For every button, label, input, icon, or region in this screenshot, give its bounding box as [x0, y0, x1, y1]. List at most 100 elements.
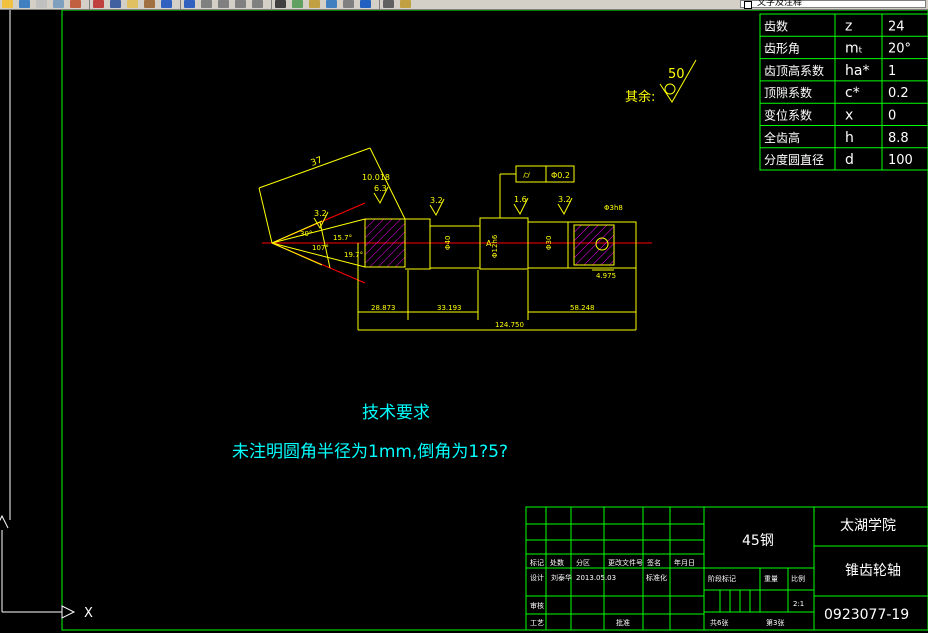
tb-process-label: 工艺	[530, 619, 544, 627]
zoom-previous-icon[interactable]	[252, 0, 263, 8]
layer-manager-icon[interactable]	[383, 0, 394, 8]
tb-stage-label: 阶段标记	[708, 574, 736, 583]
toolbar-separator	[271, 0, 272, 9]
paste-icon[interactable]	[127, 0, 138, 8]
tb-header-label: 签名	[647, 558, 661, 567]
param-name-cell: 齿顶高系数	[764, 63, 824, 78]
dim-total: 124.750	[495, 321, 524, 329]
roughness-mark-value: 1.6	[514, 195, 527, 204]
param-name-cell: 顶隙系数	[764, 85, 812, 100]
tb-std-label: 标准化	[646, 573, 667, 582]
roughness-rest: 其余: 50	[625, 59, 697, 105]
dim-angle4: 107°	[312, 244, 329, 252]
tb-header-label: 分区	[576, 558, 590, 567]
design-center-icon[interactable]	[292, 0, 303, 8]
param-symbol-cell: mₜ	[845, 41, 863, 57]
param-value-cell: 100	[888, 153, 913, 168]
tb-designer: 刘泰华	[551, 573, 572, 582]
undo-icon[interactable]	[161, 0, 172, 8]
tb-drawing-no: 0923077-19	[824, 607, 909, 623]
toolbar-separator	[89, 0, 90, 9]
tb-weight-label: 重量	[764, 575, 778, 583]
toolbar: 文字及注释	[0, 0, 928, 10]
tolerance-value: Φ0.2	[551, 171, 570, 180]
param-symbol-cell: c*	[845, 85, 860, 101]
tb-school: 太湖学院	[840, 518, 896, 534]
param-value-cell: 1	[888, 64, 896, 79]
roughness-rest-value: 50	[668, 67, 685, 82]
preview-icon[interactable]	[53, 0, 64, 8]
param-name-cell: 分度圆直径	[764, 152, 824, 167]
roughness-mark-value: 3.2	[314, 209, 327, 218]
pan-icon[interactable]	[201, 0, 212, 8]
tolerance-symbol: ⌭	[523, 170, 531, 181]
dim-angle1: 15.7°	[333, 234, 352, 242]
dim-angle3: 30°	[300, 230, 312, 238]
roughness-mark-value: 3.2	[558, 195, 571, 204]
tb-header-label: 更改文件号	[608, 558, 643, 567]
dim-phi126: Φ12h6	[491, 234, 499, 258]
tech-note: 未注明圆角半径为1mm,倒角为1?5?	[232, 442, 508, 462]
tb-header-label: 年月日	[674, 558, 695, 567]
roughness-mark-value: 6.3	[374, 184, 387, 193]
print-icon[interactable]	[36, 0, 47, 8]
param-symbol-cell: d	[845, 152, 854, 168]
drawing-canvas[interactable]: 齿数 z 24 齿形角 mₜ 20° 齿顶高系数 ha* 1 顶隙系数 c* 0.2 变位系数 x 0 全齿高…	[0, 10, 928, 633]
dim-keyway: Φ3h8	[604, 204, 623, 212]
dim-phi30: Φ30	[545, 236, 553, 250]
dim-len2: 33.193	[437, 304, 462, 312]
layer-dropdown[interactable]: 文字及注释	[740, 0, 926, 9]
param-value-cell: 20°	[888, 42, 911, 57]
param-value-cell: 0.2	[888, 86, 909, 101]
dim-phi40: Φ40	[444, 236, 452, 250]
param-value-cell: 8.8	[888, 131, 909, 146]
help-icon[interactable]	[360, 0, 371, 8]
publish-icon[interactable]	[70, 0, 81, 8]
properties-icon[interactable]	[275, 0, 286, 8]
param-name-cell: 齿数	[764, 18, 788, 33]
redo-icon[interactable]	[184, 0, 195, 8]
dim-len1: 28.873	[371, 304, 396, 312]
cut-icon[interactable]	[93, 0, 104, 8]
match-properties-icon[interactable]	[144, 0, 155, 8]
zoom-window-icon[interactable]	[235, 0, 246, 8]
ucs-x-label: X	[84, 606, 93, 621]
roughness-mark-value: 3.2	[430, 196, 443, 205]
param-symbol-cell: x	[845, 108, 853, 124]
roughness-mark: 6.3	[373, 184, 389, 205]
param-name-cell: 全齿高	[764, 130, 800, 145]
tool-palette-icon[interactable]	[309, 0, 320, 8]
tb-scale: 2:1	[793, 600, 804, 608]
datum-label: A	[486, 239, 492, 248]
tb-review-label: 审核	[530, 601, 544, 610]
roughness-mark: 3.2	[429, 196, 445, 217]
param-name-cell: 齿形角	[764, 42, 800, 56]
tb-material: 45钢	[742, 533, 774, 549]
ucs-icon: X	[0, 514, 93, 621]
tb-sheet-no: 第3张	[766, 618, 784, 627]
toolbar-separator	[180, 0, 181, 9]
open-icon[interactable]	[2, 0, 13, 8]
tb-header-label: 标记	[530, 558, 544, 567]
dim-cone-length: 37	[310, 156, 324, 169]
tb-ratio-label: 比例	[791, 574, 805, 583]
tb-part-name: 锥齿轮轴	[845, 563, 901, 579]
sheet-set-icon[interactable]	[326, 0, 337, 8]
param-symbol-cell: ha*	[845, 63, 869, 79]
param-symbol-cell: h	[845, 130, 854, 146]
tb-date: 2013.05.03	[576, 574, 616, 582]
zoom-realtime-icon[interactable]	[218, 0, 229, 8]
layer-name: 文字及注释	[757, 0, 803, 8]
roughness-mark: 3.2	[557, 195, 573, 216]
layer-color-swatch	[744, 1, 752, 9]
param-symbol-cell: z	[845, 18, 852, 34]
save-icon[interactable]	[19, 0, 30, 8]
toolbar-separator	[379, 0, 380, 9]
copy-icon[interactable]	[110, 0, 121, 8]
shaft-drawing	[258, 147, 652, 331]
parameter-table: 齿数 z 24 齿形角 mₜ 20° 齿顶高系数 ha* 1 顶隙系数 c* 0.2 变位系数 x 0 全齿高…	[759, 13, 928, 171]
layer-state-icon[interactable]	[400, 0, 411, 8]
tb-design-label: 设计	[530, 573, 544, 582]
calculator-icon[interactable]	[343, 0, 354, 8]
dim-key-depth: 4.975	[596, 272, 616, 280]
